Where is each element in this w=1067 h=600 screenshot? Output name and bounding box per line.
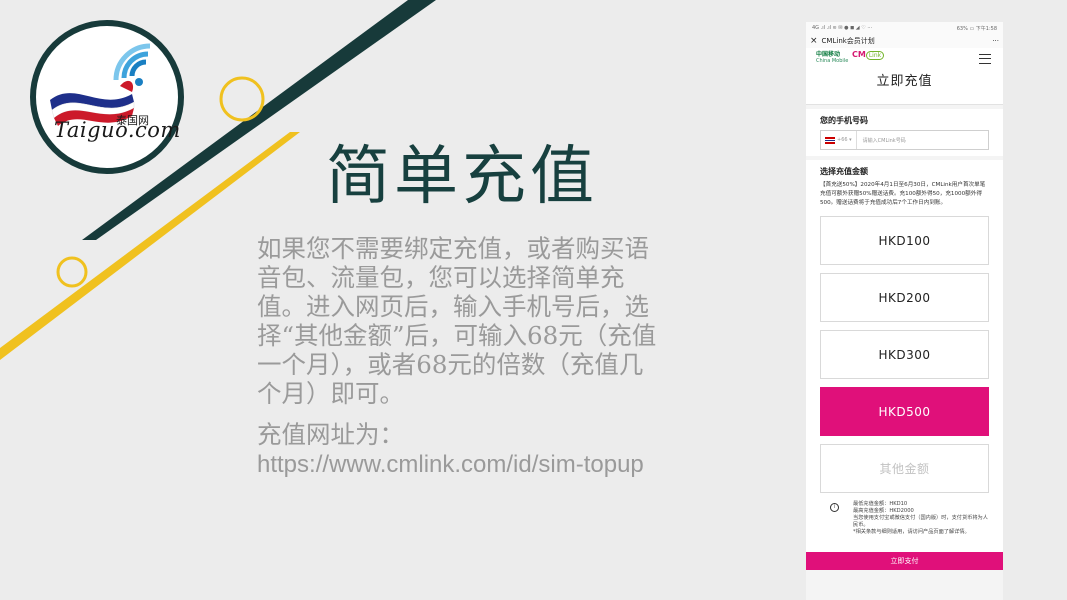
- country-code-select[interactable]: +66 ▾: [821, 131, 857, 149]
- phone-number-input[interactable]: 请输入CMLink号码: [857, 137, 906, 144]
- note-line: 最低充值金额：HKD10: [853, 501, 908, 507]
- topup-url[interactable]: https://www.cmlink.com/id/sim-topup: [257, 451, 644, 478]
- more-icon[interactable]: ···: [992, 37, 999, 45]
- status-right: 63% ▭ 下午1:58: [956, 26, 997, 32]
- amount-label: 选择充值金额: [820, 167, 868, 176]
- phone-label: 您的手机号码: [820, 116, 868, 125]
- yellow-ring-small: [56, 256, 88, 288]
- promo-text: 【首充送50%】2020年4月1日至6月30日，CMLink用户首次单笔充值可额…: [820, 182, 986, 206]
- menu-icon[interactable]: [979, 54, 991, 64]
- slide: Taiguo.com 泰国网 简单充值 如果您不需要绑定充值，或者购买语音包、流…: [0, 0, 1067, 600]
- note-line: *相关条款与细则适用，请访问产品页面了解详情。: [853, 529, 970, 535]
- amount-option-200[interactable]: HKD200: [820, 273, 989, 322]
- pay-now-button[interactable]: 立即支付: [806, 552, 1003, 570]
- amount-option-300[interactable]: HKD300: [820, 330, 989, 379]
- cmlink-logo: CM Link: [852, 50, 885, 60]
- logo: Taiguo.com 泰国网: [30, 20, 184, 174]
- page-title: 立即充值: [876, 74, 933, 89]
- slide-body: 如果您不需要绑定充值，或者购买语音包、流量包，您可以选择简单充值。进入网页后，输…: [257, 234, 667, 479]
- info-icon: i: [830, 503, 839, 512]
- note-line: 当您使用支付宝或微信支付（国内版）时，支付货币将为人民币。: [853, 515, 988, 528]
- url-label: 充值网址为：: [257, 420, 404, 449]
- slide-title: 简单充值: [326, 139, 598, 214]
- china-mobile-logo: 中国移动 China Mobile: [816, 51, 849, 65]
- status-bar: 4G .ıl .ıl ≋ ✉ ● ◼ ◢ ♡ ··· 63% ▭ 下午1:58: [806, 22, 1003, 34]
- logo-emblem-icon: [50, 43, 151, 126]
- thailand-flag-icon: [825, 136, 835, 144]
- other-amount-option[interactable]: 其他金额: [820, 444, 989, 493]
- phone-number-field[interactable]: +66 ▾ 请输入CMLink号码: [820, 130, 989, 150]
- site-header: 中国移动 China Mobile CM Link 立即充值: [806, 48, 1003, 105]
- country-code: +66 ▾: [837, 137, 852, 143]
- phone-screenshot: 4G .ıl .ıl ≋ ✉ ● ◼ ◢ ♡ ··· 63% ▭ 下午1:58 …: [806, 22, 1003, 600]
- body-url-paragraph: 充值网址为： https://www.cmlink.com/id/sim-top…: [257, 420, 667, 479]
- amount-card: 选择充值金额 【首充送50%】2020年4月1日至6月30日，CMLink用户首…: [806, 160, 1003, 570]
- body-paragraph: 如果您不需要绑定充值，或者购买语音包、流量包，您可以选择简单充值。进入网页后，输…: [257, 234, 657, 408]
- logo-text-cn: 泰国网: [116, 114, 149, 127]
- yellow-ring-large: [219, 76, 265, 122]
- amount-notes: i 最低充值金额：HKD10 最高充值金额：HKD2000 当您使用支付宝或微信…: [820, 501, 989, 536]
- amount-option-500[interactable]: HKD500: [820, 387, 989, 436]
- note-line: 最高充值金额：HKD2000: [853, 508, 914, 514]
- amount-option-100[interactable]: HKD100: [820, 216, 989, 265]
- close-icon[interactable]: ×: [810, 36, 818, 46]
- phone-number-card: 您的手机号码 +66 ▾ 请输入CMLink号码: [806, 109, 1003, 156]
- browser-nav-bar: × CMLink会员计划 ···: [806, 34, 1003, 48]
- status-left: 4G .ıl .ıl ≋ ✉ ● ◼ ◢ ♡ ···: [812, 25, 873, 31]
- nav-title: CMLink会员计划: [821, 37, 875, 45]
